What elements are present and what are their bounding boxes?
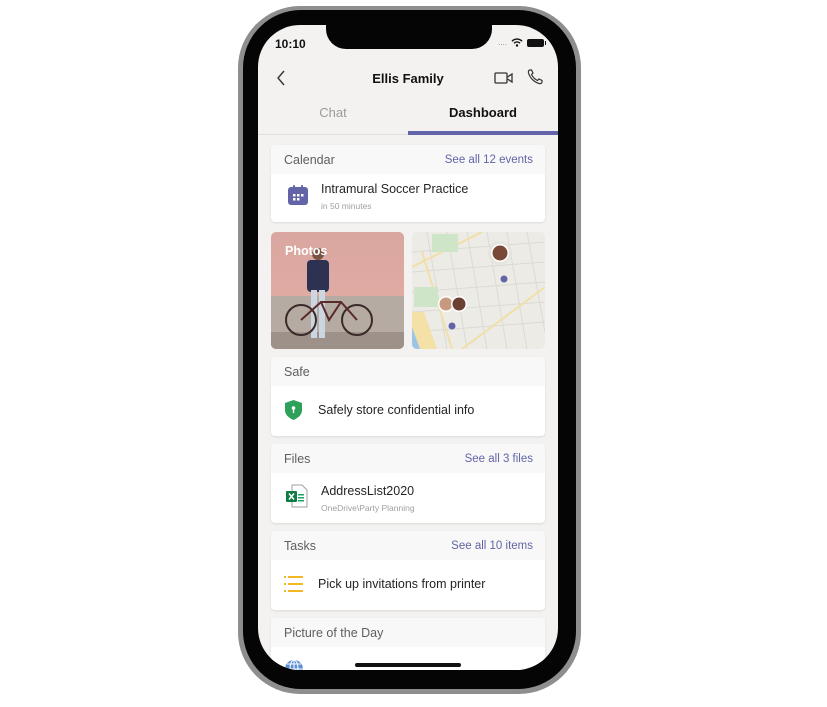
globe-icon [285, 659, 303, 670]
safe-card-title: Safe [284, 365, 310, 379]
tasks-card: Tasks See all 10 items Pick up invitatio… [271, 531, 545, 610]
tab-dashboard[interactable]: Dashboard [408, 105, 558, 120]
file-row[interactable]: AddressList2020 OneDrive\Party Planning [271, 473, 545, 523]
safe-card: Safe Safely store confidential info [271, 357, 545, 436]
safe-item-row[interactable]: Safely store confidential info [271, 386, 545, 436]
calendar-card-header: Calendar See all 12 events [271, 145, 545, 174]
event-title: Intramural Soccer Practice [321, 182, 469, 196]
status-indicators: .... [498, 37, 546, 47]
files-card-header: Files See all 3 files [271, 444, 545, 473]
event-time: in 50 minutes [321, 201, 372, 211]
photos-tile[interactable]: Photos [271, 232, 404, 349]
task-list-icon [284, 576, 303, 592]
shield-lock-icon [285, 400, 302, 420]
battery-icon [527, 38, 546, 47]
see-all-events-link[interactable]: See all 12 events [445, 154, 533, 166]
signal-icon: .... [498, 37, 507, 47]
phone-screen: 10:10 .... Ellis Family Chat Dashboard C… [258, 25, 558, 670]
phone-icon[interactable] [526, 68, 544, 86]
home-indicator[interactable] [355, 663, 461, 667]
task-row[interactable]: Pick up invitations from printer [271, 560, 545, 610]
task-title: Pick up invitations from printer [318, 577, 486, 591]
excel-file-icon [286, 484, 308, 508]
files-card: Files See all 3 files AddressList2020 On… [271, 444, 545, 523]
calendar-card: Calendar See all 12 events Intramural So… [271, 145, 545, 222]
safe-item-title: Safely store confidential info [318, 403, 475, 417]
file-name: AddressList2020 [321, 484, 415, 498]
tab-chat[interactable]: Chat [258, 105, 408, 120]
see-all-items-link[interactable]: See all 10 items [451, 540, 533, 552]
safe-card-header: Safe [271, 357, 545, 386]
wifi-icon [511, 38, 523, 47]
tab-bar: Chat Dashboard [258, 101, 558, 135]
notch [326, 25, 492, 49]
photos-label: Photos [285, 244, 328, 258]
file-path: OneDrive\Party Planning [321, 503, 415, 513]
tasks-card-title: Tasks [284, 539, 316, 553]
files-card-title: Files [284, 452, 311, 466]
chat-header: Ellis Family [258, 61, 558, 101]
location-map-tile[interactable] [412, 232, 545, 349]
picture-of-day-title: Picture of the Day [284, 626, 384, 640]
map-image [412, 232, 545, 349]
calendar-event-row[interactable]: Intramural Soccer Practice in 50 minutes [271, 174, 545, 222]
calendar-card-title: Calendar [284, 153, 335, 167]
calendar-icon [288, 185, 308, 205]
picture-of-day-header: Picture of the Day [271, 618, 545, 647]
video-call-icon[interactable] [494, 71, 514, 85]
tasks-card-header: Tasks See all 10 items [271, 531, 545, 560]
status-time: 10:10 [275, 37, 306, 51]
see-all-files-link[interactable]: See all 3 files [465, 453, 533, 465]
active-tab-indicator [408, 131, 558, 135]
